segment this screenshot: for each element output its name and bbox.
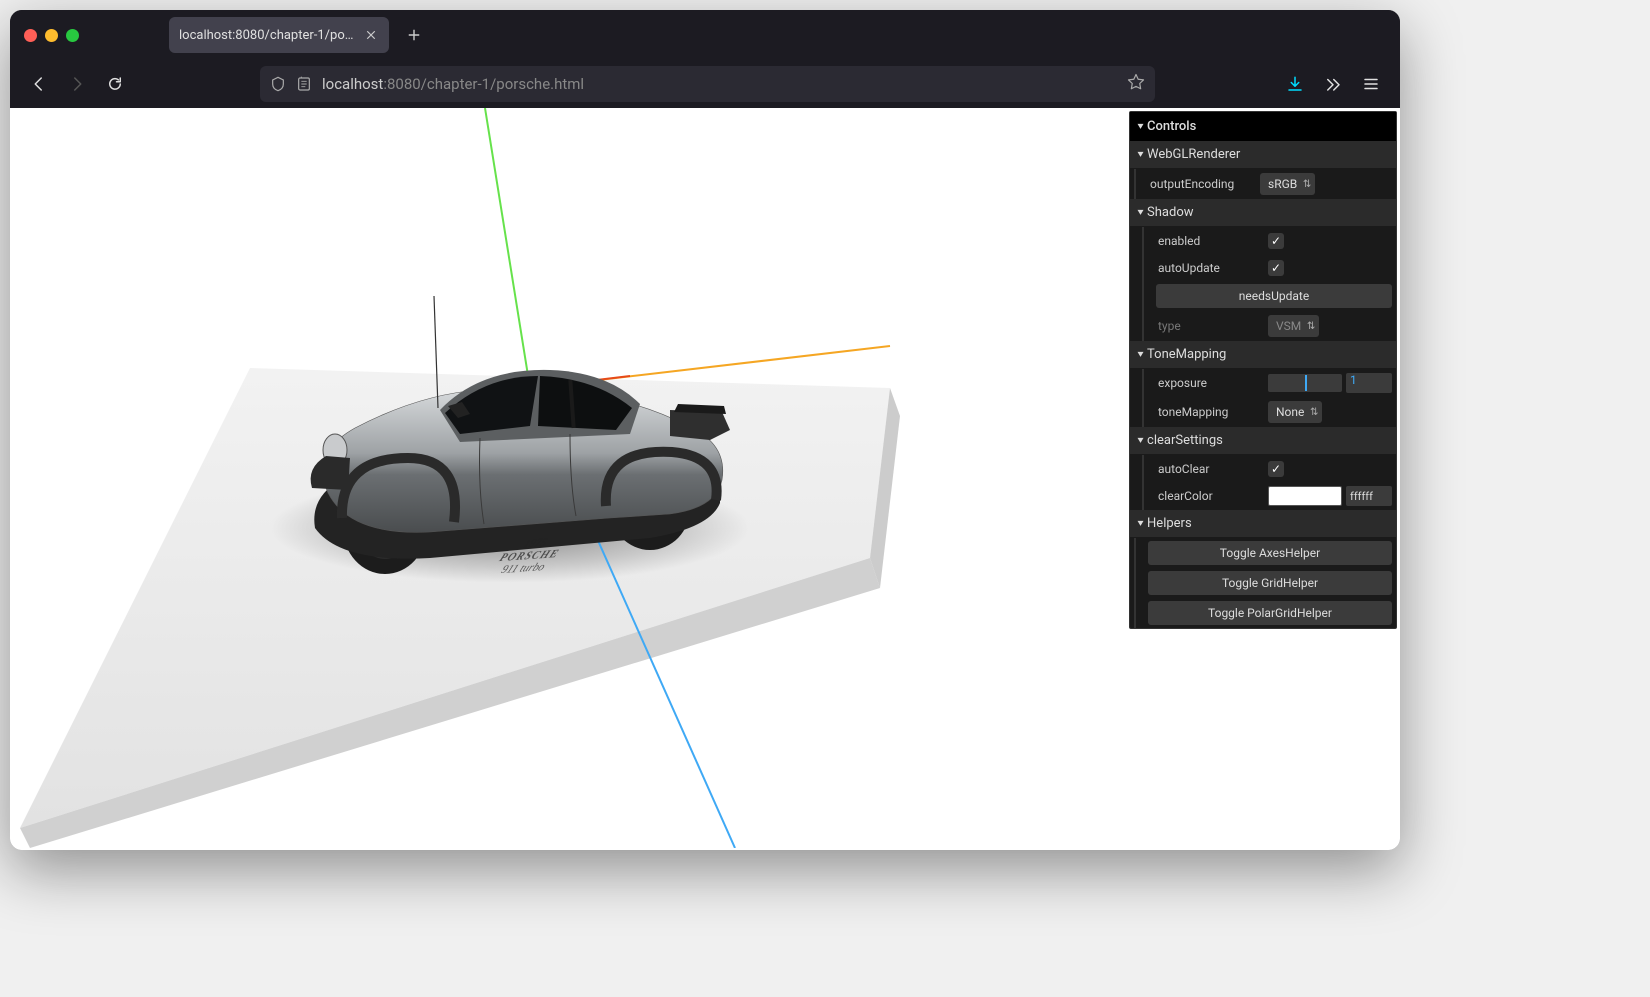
reload-button[interactable] (98, 67, 132, 101)
toolbar: localhost:8080/chapter-1/porsche.html (10, 60, 1400, 108)
gui-folder-label: Shadow (1147, 205, 1193, 220)
forward-button[interactable] (60, 67, 94, 101)
address-bar[interactable]: localhost:8080/chapter-1/porsche.html (260, 66, 1155, 102)
gui-row-toggle-grid: Toggle GridHelper (1134, 568, 1396, 598)
webgl-canvas[interactable]: 1975 PORSCHE 911 turbo ▾ Controls ▾ WebG… (10, 108, 1400, 850)
car-model (311, 296, 730, 574)
traffic-lights (24, 29, 79, 42)
toolbar-right (1278, 67, 1388, 101)
back-button[interactable] (22, 67, 56, 101)
extensions-overflow-button[interactable] (1316, 67, 1350, 101)
gui-folder-label: clearSettings (1147, 433, 1223, 448)
close-tab-icon[interactable] (363, 27, 379, 43)
gui-folder-shadow[interactable]: ▾ Shadow (1130, 199, 1396, 227)
gui-label: clearColor (1158, 489, 1268, 503)
page-content: 1975 PORSCHE 911 turbo ▾ Controls ▾ WebG… (10, 108, 1400, 850)
shield-icon[interactable] (270, 76, 286, 92)
tab-title: localhost:8080/chapter-1/porsche.h (179, 28, 355, 43)
debug-gui-panel: ▾ Controls ▾ WebGLRenderer outputEncodin… (1129, 111, 1397, 629)
new-tab-button[interactable] (399, 20, 429, 50)
toggle-gridhelper-button[interactable]: Toggle GridHelper (1148, 571, 1392, 595)
window-zoom-button[interactable] (66, 29, 79, 42)
toggle-axeshelper-button[interactable]: Toggle AxesHelper (1148, 541, 1392, 565)
autoclear-checkbox[interactable]: ✓ (1268, 461, 1284, 477)
bookmark-star-icon[interactable] (1127, 73, 1145, 95)
gui-label: toneMapping (1158, 405, 1268, 419)
chevron-down-icon: ▾ (1137, 518, 1143, 529)
chevron-down-icon: ▾ (1137, 121, 1143, 132)
url-text: localhost:8080/chapter-1/porsche.html (322, 75, 1117, 93)
gui-folder-renderer[interactable]: ▾ WebGLRenderer (1130, 141, 1396, 169)
gui-label: type (1158, 319, 1268, 333)
gui-folder-tonemapping[interactable]: ▾ ToneMapping (1130, 341, 1396, 369)
window-minimize-button[interactable] (45, 29, 58, 42)
toggle-polargridhelper-button[interactable]: Toggle PolarGridHelper (1148, 601, 1392, 625)
tonemapping-select[interactable]: None (1268, 401, 1322, 423)
gui-row-shadow-needsupdate: needsUpdate (1142, 281, 1396, 311)
clearcolor-hex-input[interactable]: ffffff (1346, 486, 1392, 506)
page-info-icon[interactable] (296, 76, 312, 92)
gui-row-tonemapping: toneMapping None (1142, 397, 1396, 427)
gui-row-toggle-polar: Toggle PolarGridHelper (1134, 598, 1396, 628)
gui-row-autoclear: autoClear ✓ (1142, 455, 1396, 482)
chevron-down-icon: ▾ (1137, 207, 1143, 218)
shadow-needsupdate-button[interactable]: needsUpdate (1156, 284, 1392, 308)
browser-tab[interactable]: localhost:8080/chapter-1/porsche.h (169, 17, 389, 53)
titlebar: localhost:8080/chapter-1/porsche.h (10, 10, 1400, 60)
window-close-button[interactable] (24, 29, 37, 42)
chevron-down-icon: ▾ (1137, 149, 1143, 160)
gui-folder-helpers[interactable]: ▾ Helpers (1130, 510, 1396, 538)
gui-folder-label: Controls (1147, 119, 1196, 134)
output-encoding-select[interactable]: sRGB (1260, 173, 1315, 195)
gui-row-toggle-axes: Toggle AxesHelper (1134, 538, 1396, 568)
shadow-enabled-checkbox[interactable]: ✓ (1268, 233, 1284, 249)
shadow-type-select[interactable]: VSM (1268, 315, 1319, 337)
gui-folder-label: Helpers (1147, 516, 1192, 531)
exposure-input[interactable]: 1 (1346, 373, 1392, 393)
platform (10, 108, 1120, 848)
chevron-down-icon: ▾ (1137, 349, 1143, 360)
gui-label: autoClear (1158, 462, 1268, 476)
gui-label: exposure (1158, 376, 1268, 390)
gui-folder-clearsettings[interactable]: ▾ clearSettings (1130, 427, 1396, 455)
downloads-button[interactable] (1278, 67, 1312, 101)
gui-row-shadow-autoupdate: autoUpdate ✓ (1142, 254, 1396, 281)
gui-row-shadow-type: type VSM (1142, 311, 1396, 341)
gui-row-exposure: exposure 1 (1142, 369, 1396, 397)
slider-handle[interactable] (1305, 375, 1307, 391)
browser-window: localhost:8080/chapter-1/porsche.h (10, 10, 1400, 850)
clearcolor-swatch[interactable] (1268, 486, 1342, 506)
gui-row-shadow-enabled: enabled ✓ (1142, 227, 1396, 254)
gui-folder-controls[interactable]: ▾ Controls (1130, 112, 1396, 141)
exposure-slider[interactable] (1268, 374, 1342, 392)
shadow-autoupdate-checkbox[interactable]: ✓ (1268, 260, 1284, 276)
gui-label: autoUpdate (1158, 261, 1268, 275)
gui-folder-label: WebGLRenderer (1147, 147, 1240, 162)
url-path: :8080/chapter-1/porsche.html (383, 75, 584, 93)
menu-button[interactable] (1354, 67, 1388, 101)
url-host: localhost (322, 75, 383, 93)
gui-label: outputEncoding (1150, 177, 1260, 191)
gui-label: enabled (1158, 234, 1268, 248)
chevron-down-icon: ▾ (1137, 435, 1143, 446)
gui-row-clearcolor: clearColor ffffff (1142, 482, 1396, 510)
gui-row-output-encoding: outputEncoding sRGB (1134, 169, 1396, 199)
gui-folder-label: ToneMapping (1147, 347, 1226, 362)
